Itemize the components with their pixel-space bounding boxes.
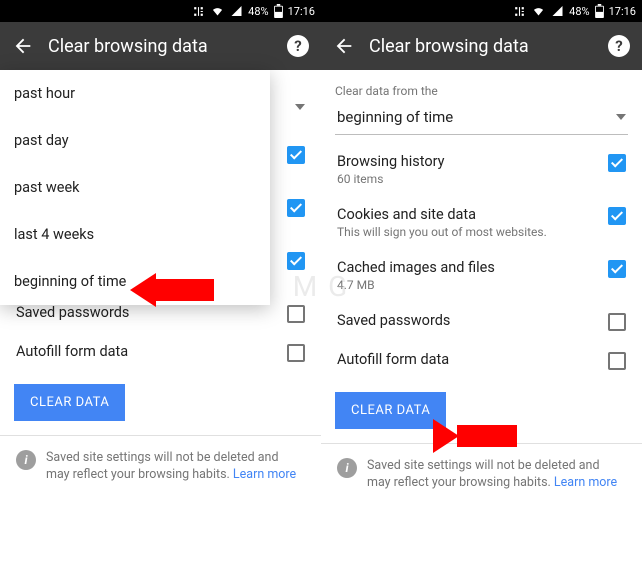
chevron-down-icon — [616, 114, 626, 120]
battery-percent: 48% — [569, 5, 589, 18]
clear-data-button[interactable]: CLEAR DATA — [14, 384, 125, 421]
time-range-dropdown: past hour past day past week last 4 week… — [0, 70, 270, 305]
option-past-week[interactable]: past week — [0, 164, 270, 211]
time-range-select[interactable]: beginning of time — [335, 102, 628, 135]
clock: 17:16 — [288, 5, 315, 18]
nfc-icon — [192, 5, 205, 18]
dropdown-label: Clear data from the — [335, 84, 628, 98]
checkbox-autofill[interactable] — [287, 344, 305, 362]
item-title: Browsing history — [337, 153, 445, 170]
item-cookies[interactable]: Cookies and site data This will sign you … — [335, 196, 628, 249]
item-cache[interactable]: Cached images and files 4.7 MB — [335, 249, 628, 302]
nfc-icon — [513, 5, 526, 18]
item-title: Cached images and files — [337, 259, 495, 276]
option-last-4-weeks[interactable]: last 4 weeks — [0, 211, 270, 258]
screen-right: 48% 17:16 Clear browsing data ? Clear da… — [321, 0, 642, 568]
status-bar: 48% 17:16 — [0, 0, 321, 22]
back-icon[interactable] — [333, 35, 355, 57]
battery-percent: 48% — [248, 5, 268, 18]
checkbox-cache[interactable] — [608, 260, 626, 278]
wifi-icon — [531, 5, 546, 17]
option-past-hour[interactable]: past hour — [0, 70, 270, 117]
checkbox-autofill[interactable] — [608, 352, 626, 370]
help-icon[interactable]: ? — [608, 35, 630, 57]
back-icon[interactable] — [12, 35, 34, 57]
item-title: Autofill form data — [337, 351, 449, 368]
checkbox[interactable] — [287, 199, 305, 217]
checkbox-passwords[interactable] — [287, 305, 305, 323]
item-passwords[interactable]: Saved passwords — [335, 302, 628, 341]
clock: 17:16 — [609, 5, 636, 18]
page-title: Clear browsing data — [48, 36, 273, 57]
info-icon: i — [337, 458, 357, 478]
item-title: Saved passwords — [16, 304, 129, 321]
help-icon[interactable]: ? — [287, 35, 309, 57]
chevron-down-icon — [295, 104, 305, 129]
option-past-day[interactable]: past day — [0, 117, 270, 164]
selected-range: beginning of time — [337, 108, 453, 126]
footer-note: i Saved site settings will not be delete… — [335, 444, 628, 506]
app-bar: Clear browsing data ? — [0, 22, 321, 70]
learn-more-link[interactable]: Learn more — [233, 467, 296, 482]
checkbox[interactable] — [287, 252, 305, 270]
checkbox[interactable] — [287, 146, 305, 164]
battery-icon — [274, 4, 283, 18]
item-title: Saved passwords — [337, 312, 450, 329]
item-subtitle: 60 items — [337, 172, 445, 186]
signal-icon — [230, 5, 243, 17]
item-subtitle: This will sign you out of most websites. — [337, 225, 547, 239]
item-browsing-history[interactable]: Browsing history 60 items — [335, 143, 628, 196]
item-autofill[interactable]: Autofill form data — [335, 341, 628, 380]
page-title: Clear browsing data — [369, 36, 594, 57]
checkbox-cookies[interactable] — [608, 207, 626, 225]
clear-data-button[interactable]: CLEAR DATA — [335, 392, 446, 429]
screen-left: 48% 17:16 Clear browsing data ? Clear da… — [0, 0, 321, 568]
app-bar: Clear browsing data ? — [321, 22, 642, 70]
item-subtitle: 4.7 MB — [337, 278, 495, 292]
status-bar: 48% 17:16 — [321, 0, 642, 22]
signal-icon — [551, 5, 564, 17]
footer-note: i Saved site settings will not be delete… — [14, 436, 307, 498]
checkbox-browsing[interactable] — [608, 154, 626, 172]
learn-more-link[interactable]: Learn more — [554, 475, 617, 490]
checkbox-passwords[interactable] — [608, 313, 626, 331]
wifi-icon — [210, 5, 225, 17]
info-icon: i — [16, 450, 36, 470]
item-autofill[interactable]: Autofill form data — [14, 333, 307, 372]
battery-icon — [595, 4, 604, 18]
item-title: Cookies and site data — [337, 206, 547, 223]
item-title: Autofill form data — [16, 343, 128, 360]
